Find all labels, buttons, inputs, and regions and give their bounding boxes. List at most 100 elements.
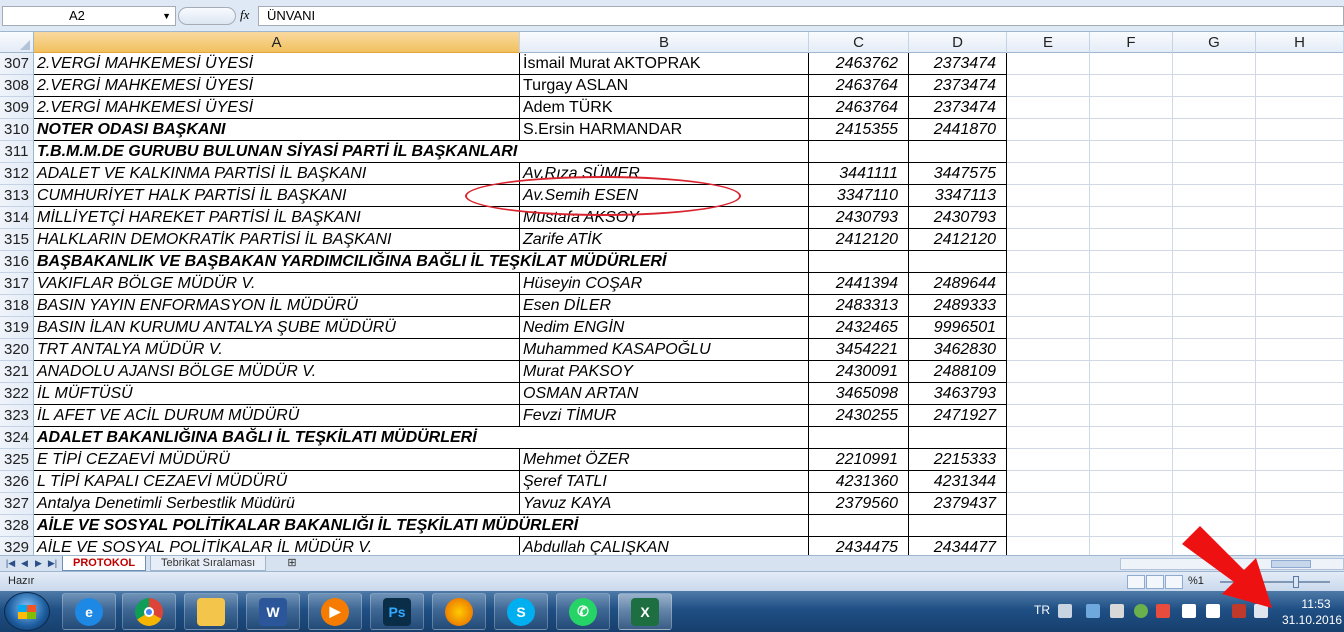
- cell-f[interactable]: [1090, 383, 1173, 405]
- cell-f[interactable]: [1090, 471, 1173, 493]
- cell-a[interactable]: BASIN İLAN KURUMU ANTALYA ŞUBE MÜDÜRÜ: [34, 317, 520, 339]
- cell-a[interactable]: AİLE VE SOSYAL POLİTİKALAR BAKANLIĞI İL …: [34, 515, 809, 537]
- flag-tray-icon[interactable]: [1156, 604, 1170, 618]
- cell-d[interactable]: 2441870: [909, 119, 1007, 141]
- cell-c[interactable]: 2379560: [809, 493, 909, 515]
- cell-e[interactable]: [1007, 273, 1090, 295]
- taskbar-file-explorer[interactable]: [184, 593, 238, 630]
- cell-a[interactable]: İL AFET VE ACİL DURUM MÜDÜRÜ: [34, 405, 520, 427]
- cell-d[interactable]: [909, 141, 1007, 163]
- start-button[interactable]: [4, 592, 50, 631]
- cell-e[interactable]: [1007, 141, 1090, 163]
- taskbar-skype[interactable]: S: [494, 593, 548, 630]
- cell-e[interactable]: [1007, 493, 1090, 515]
- zoom-slider-thumb[interactable]: [1293, 576, 1299, 588]
- insert-function-icon[interactable]: fx: [240, 7, 249, 23]
- cell-c[interactable]: 2430793: [809, 207, 909, 229]
- cell-d[interactable]: 2489644: [909, 273, 1007, 295]
- cell-g[interactable]: [1173, 427, 1256, 449]
- row-number[interactable]: 318: [0, 295, 34, 317]
- cell-c[interactable]: [809, 251, 909, 273]
- row-number[interactable]: 313: [0, 185, 34, 207]
- cell-c[interactable]: 3441111: [809, 163, 909, 185]
- cell-b[interactable]: OSMAN ARTAN: [520, 383, 809, 405]
- clock-date[interactable]: 31.10.2016: [1282, 613, 1342, 627]
- tab-tebrikat-siralamasi[interactable]: Tebrikat Sıralaması: [150, 556, 267, 571]
- cell-a[interactable]: ADALET VE KALKINMA PARTİSİ İL BAŞKANI: [34, 163, 520, 185]
- cell-h[interactable]: [1256, 361, 1344, 383]
- app-tray-icon[interactable]: [1134, 604, 1148, 618]
- taskbar-firefox[interactable]: [432, 593, 486, 630]
- cell-h[interactable]: [1256, 427, 1344, 449]
- next-sheet-icon[interactable]: ▶: [32, 557, 45, 570]
- usb-icon[interactable]: [1110, 604, 1124, 618]
- cell-a[interactable]: NOTER ODASI BAŞKANI: [34, 119, 520, 141]
- cell-e[interactable]: [1007, 449, 1090, 471]
- column-header-c[interactable]: C: [809, 32, 909, 53]
- row-number[interactable]: 323: [0, 405, 34, 427]
- cell-h[interactable]: [1256, 317, 1344, 339]
- cell-h[interactable]: [1256, 53, 1344, 75]
- taskbar-media-player[interactable]: ▶: [308, 593, 362, 630]
- cell-f[interactable]: [1090, 537, 1173, 555]
- row-number[interactable]: 320: [0, 339, 34, 361]
- row-number[interactable]: 307: [0, 53, 34, 75]
- row-number[interactable]: 309: [0, 97, 34, 119]
- cell-e[interactable]: [1007, 295, 1090, 317]
- cell-h[interactable]: [1256, 185, 1344, 207]
- cell-g[interactable]: [1173, 207, 1256, 229]
- cell-b[interactable]: Fevzi TİMUR: [520, 405, 809, 427]
- cell-h[interactable]: [1256, 339, 1344, 361]
- cell-b[interactable]: Esen DİLER: [520, 295, 809, 317]
- row-number[interactable]: 312: [0, 163, 34, 185]
- cell-b[interactable]: Turgay ASLAN: [520, 75, 809, 97]
- cell-e[interactable]: [1007, 75, 1090, 97]
- tab-protokol[interactable]: PROTOKOL: [62, 556, 147, 571]
- cell-c[interactable]: [809, 515, 909, 537]
- cell-h[interactable]: [1256, 163, 1344, 185]
- cell-g[interactable]: [1173, 53, 1256, 75]
- cell-f[interactable]: [1090, 163, 1173, 185]
- cell-b[interactable]: Yavuz KAYA: [520, 493, 809, 515]
- cell-a[interactable]: E TİPİ CEZAEVİ MÜDÜRÜ: [34, 449, 520, 471]
- cell-a[interactable]: İL MÜFTÜSÜ: [34, 383, 520, 405]
- cell-e[interactable]: [1007, 515, 1090, 537]
- cell-a[interactable]: HALKLARIN DEMOKRATİK PARTİSİ İL BAŞKANI: [34, 229, 520, 251]
- cell-b[interactable]: Murat PAKSOY: [520, 361, 809, 383]
- cell-e[interactable]: [1007, 427, 1090, 449]
- cell-f[interactable]: [1090, 207, 1173, 229]
- cell-e[interactable]: [1007, 339, 1090, 361]
- network-tool-icon[interactable]: [1086, 604, 1100, 618]
- language-indicator[interactable]: TR: [1034, 603, 1050, 617]
- cell-a[interactable]: VAKIFLAR BÖLGE MÜDÜR V.: [34, 273, 520, 295]
- cell-a[interactable]: CUMHURİYET HALK PARTİSİ İL BAŞKANI: [34, 185, 520, 207]
- cell-d[interactable]: 2379437: [909, 493, 1007, 515]
- row-number[interactable]: 325: [0, 449, 34, 471]
- row-number[interactable]: 317: [0, 273, 34, 295]
- cell-c[interactable]: 2415355: [809, 119, 909, 141]
- name-box[interactable]: A2 ▼: [2, 6, 176, 26]
- cell-a[interactable]: 2.VERGİ MAHKEMESİ ÜYESİ: [34, 75, 520, 97]
- cell-f[interactable]: [1090, 53, 1173, 75]
- formula-input[interactable]: ÜNVANI: [258, 6, 1344, 26]
- cell-d[interactable]: 2215333: [909, 449, 1007, 471]
- row-number[interactable]: 327: [0, 493, 34, 515]
- cell-g[interactable]: [1173, 339, 1256, 361]
- cell-e[interactable]: [1007, 185, 1090, 207]
- last-sheet-icon[interactable]: ▶|: [46, 557, 59, 570]
- page-layout-view-icon[interactable]: [1146, 575, 1164, 589]
- cell-f[interactable]: [1090, 449, 1173, 471]
- cell-h[interactable]: [1256, 449, 1344, 471]
- cell-g[interactable]: [1173, 229, 1256, 251]
- row-number[interactable]: 316: [0, 251, 34, 273]
- cell-c[interactable]: [809, 141, 909, 163]
- cell-g[interactable]: [1173, 493, 1256, 515]
- cell-g[interactable]: [1173, 295, 1256, 317]
- cell-h[interactable]: [1256, 229, 1344, 251]
- cell-e[interactable]: [1007, 53, 1090, 75]
- select-all-button[interactable]: [0, 32, 34, 53]
- cell-d[interactable]: [909, 427, 1007, 449]
- cell-g[interactable]: [1173, 449, 1256, 471]
- cell-f[interactable]: [1090, 405, 1173, 427]
- cell-e[interactable]: [1007, 207, 1090, 229]
